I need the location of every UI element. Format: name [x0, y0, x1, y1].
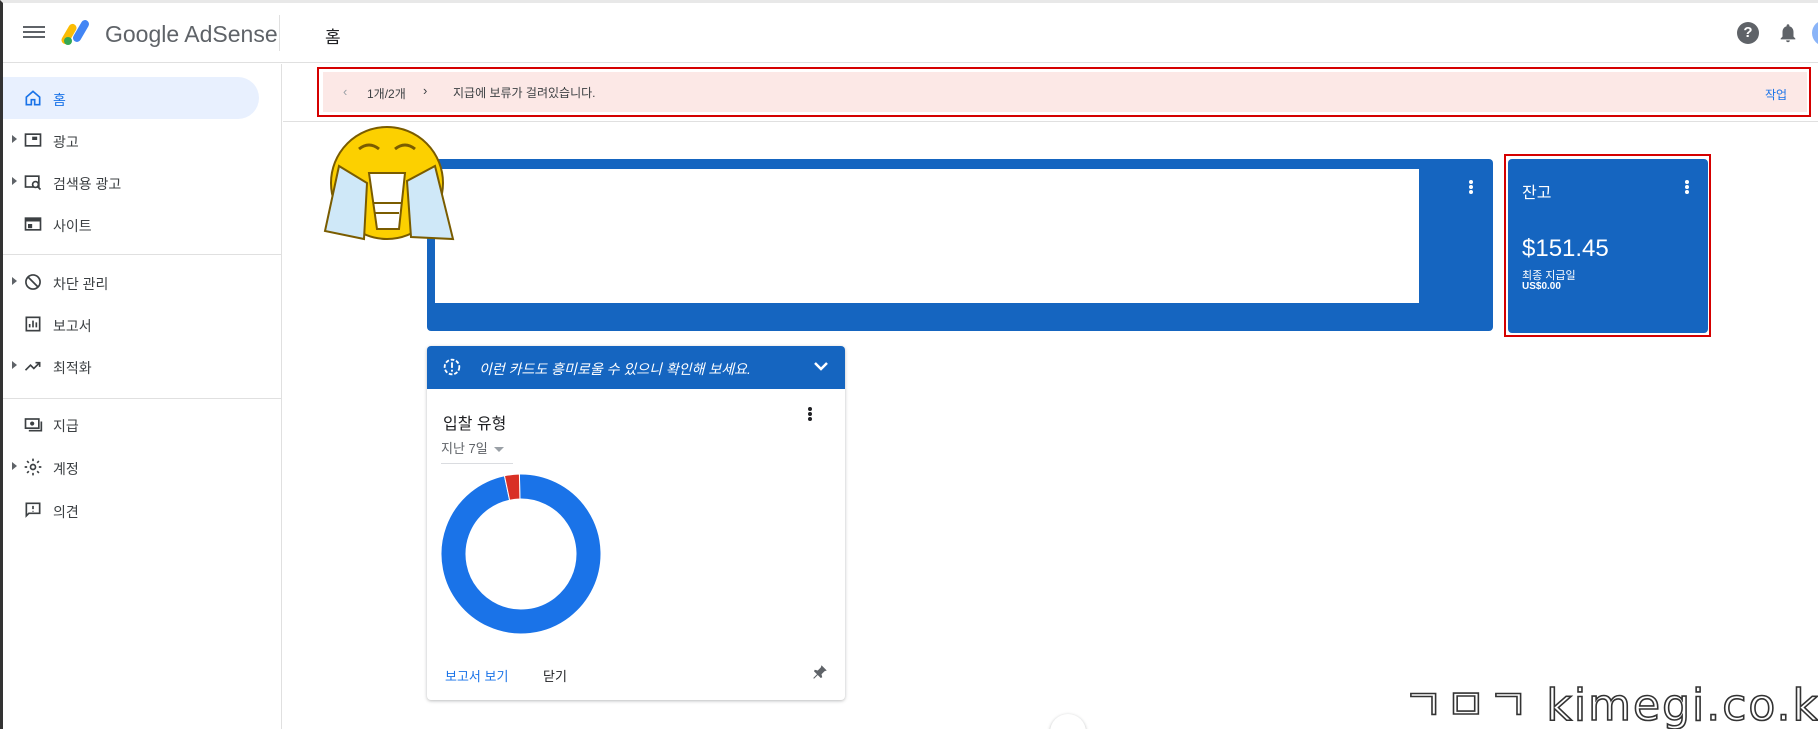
balance-title: 잔고 [1522, 185, 1552, 202]
sidebar-item-sites[interactable]: 사이트 [3, 203, 263, 245]
sidebar-item-label: 광고 [53, 134, 79, 150]
banner-action-link[interactable]: 작업 [1765, 86, 1787, 103]
sidebar-item-label: 차단 관리 [53, 276, 109, 292]
expand-caret-icon[interactable] [12, 135, 17, 143]
help-icon[interactable]: ? [1737, 22, 1759, 44]
donut-slice [440, 473, 602, 635]
sidebar-item-account[interactable]: 계정 [3, 446, 263, 488]
balance-card: 잔고 $151.45 최종 지급일 US$0.00 [1508, 159, 1708, 333]
revenue-card-body [435, 169, 1419, 303]
close-card-button[interactable]: 닫기 [543, 666, 567, 685]
site-icon [24, 217, 42, 231]
chevron-left-icon[interactable]: ‹ [343, 84, 347, 99]
sidebar-item-label: 검색용 광고 [53, 176, 122, 192]
sidebar-item-search-ads[interactable]: 검색용 광고 [3, 161, 263, 203]
sidebar-item-feedback[interactable]: 의견 [3, 489, 263, 531]
last-payment-amount: US$0.00 [1522, 281, 1561, 292]
feedback-icon [25, 502, 41, 518]
trending-up-icon [24, 361, 41, 371]
banner-counter: 1개/2개 [367, 87, 406, 101]
avatar[interactable] [1812, 20, 1818, 46]
sidebar-item-home[interactable]: 홈 [3, 77, 259, 119]
chevron-down-icon[interactable] [811, 356, 831, 376]
report-icon [25, 316, 41, 332]
content-divider [283, 121, 1818, 122]
expand-caret-icon[interactable] [12, 462, 17, 470]
sidebar-item-label: 최적화 [53, 360, 92, 376]
alert-gear-icon [443, 358, 461, 376]
adsense-logo-icon [61, 20, 89, 45]
view-report-link[interactable]: 보고서 보기 [445, 666, 508, 685]
sidebar-item-optimization[interactable]: 최적화 [3, 345, 263, 387]
brand-name: Google AdSense [105, 21, 278, 47]
expand-caret-icon[interactable] [12, 177, 17, 185]
sidebar-item-label: 의견 [53, 504, 79, 520]
sidebar-divider [3, 254, 282, 255]
sidebar-item-ads[interactable]: 광고 [3, 119, 263, 161]
suggestion-text: 이런 카드도 흥미로울 수 있으니 확인해 보세요. [479, 361, 751, 377]
block-icon [25, 274, 41, 290]
expand-caret-icon[interactable] [12, 361, 17, 369]
bid-type-donut-chart [440, 473, 602, 635]
more-options-icon[interactable] [807, 406, 813, 424]
home-icon [25, 90, 41, 106]
balance-amount: $151.45 [1522, 235, 1609, 262]
sidebar-item-label: 지급 [53, 418, 79, 434]
card-title: 입찰 유형 [443, 416, 507, 433]
top-app-bar: Google AdSense 홈 ? [3, 3, 1818, 63]
ad-icon [24, 133, 42, 147]
payment-hold-banner: ‹ 1개/2개 › 지급에 보류가 걸려있습니다. 작업 [323, 72, 1807, 112]
menu-icon[interactable] [23, 23, 45, 41]
scroll-down-button[interactable] [1050, 714, 1086, 729]
suggestion-bar[interactable]: 이런 카드도 흥미로울 수 있으니 확인해 보세요. [427, 346, 845, 389]
search-ads-icon [24, 175, 42, 191]
sidebar: 홈 광고 검색용 광고 사이트 차단 관리 보고서 최적화 지급 계정 의견 [3, 64, 282, 729]
pin-icon[interactable] [811, 663, 829, 681]
page-title: 홈 [325, 28, 341, 47]
bell-icon[interactable] [1777, 22, 1799, 44]
sidebar-item-blocking[interactable]: 차단 관리 [3, 261, 263, 303]
gear-icon [24, 458, 42, 476]
sidebar-item-reports[interactable]: 보고서 [3, 303, 263, 345]
revenue-card [427, 159, 1493, 331]
more-options-icon[interactable] [1684, 179, 1690, 197]
adsense-window: Google AdSense 홈 ? 홈 광고 검색용 광고 사이트 차단 관리… [0, 0, 1818, 729]
header-divider [279, 15, 280, 51]
date-range-select[interactable]: 지난 7일 [441, 438, 513, 464]
watermark-text: ㄱㅁㄱ kimegi.co.kr [1402, 679, 1818, 729]
crying-face-sticker [323, 126, 455, 241]
sidebar-item-payments[interactable]: 지급 [3, 403, 263, 445]
bid-type-card: 이런 카드도 흥미로울 수 있으니 확인해 보세요. 입찰 유형 지난 7일 보… [427, 346, 845, 700]
dropdown-arrow-icon [493, 447, 504, 453]
sidebar-item-label: 홈 [53, 92, 66, 108]
sidebar-item-label: 보고서 [53, 318, 92, 334]
more-options-icon[interactable] [1468, 179, 1474, 197]
payments-icon [24, 418, 43, 432]
expand-caret-icon[interactable] [12, 277, 17, 285]
chevron-right-icon[interactable]: › [423, 83, 427, 98]
banner-message: 지급에 보류가 걸려있습니다. [453, 86, 596, 100]
date-range-value: 지난 7일 [441, 441, 488, 456]
sidebar-item-label: 계정 [53, 461, 79, 477]
sidebar-divider [3, 398, 282, 399]
sidebar-item-label: 사이트 [53, 218, 92, 234]
